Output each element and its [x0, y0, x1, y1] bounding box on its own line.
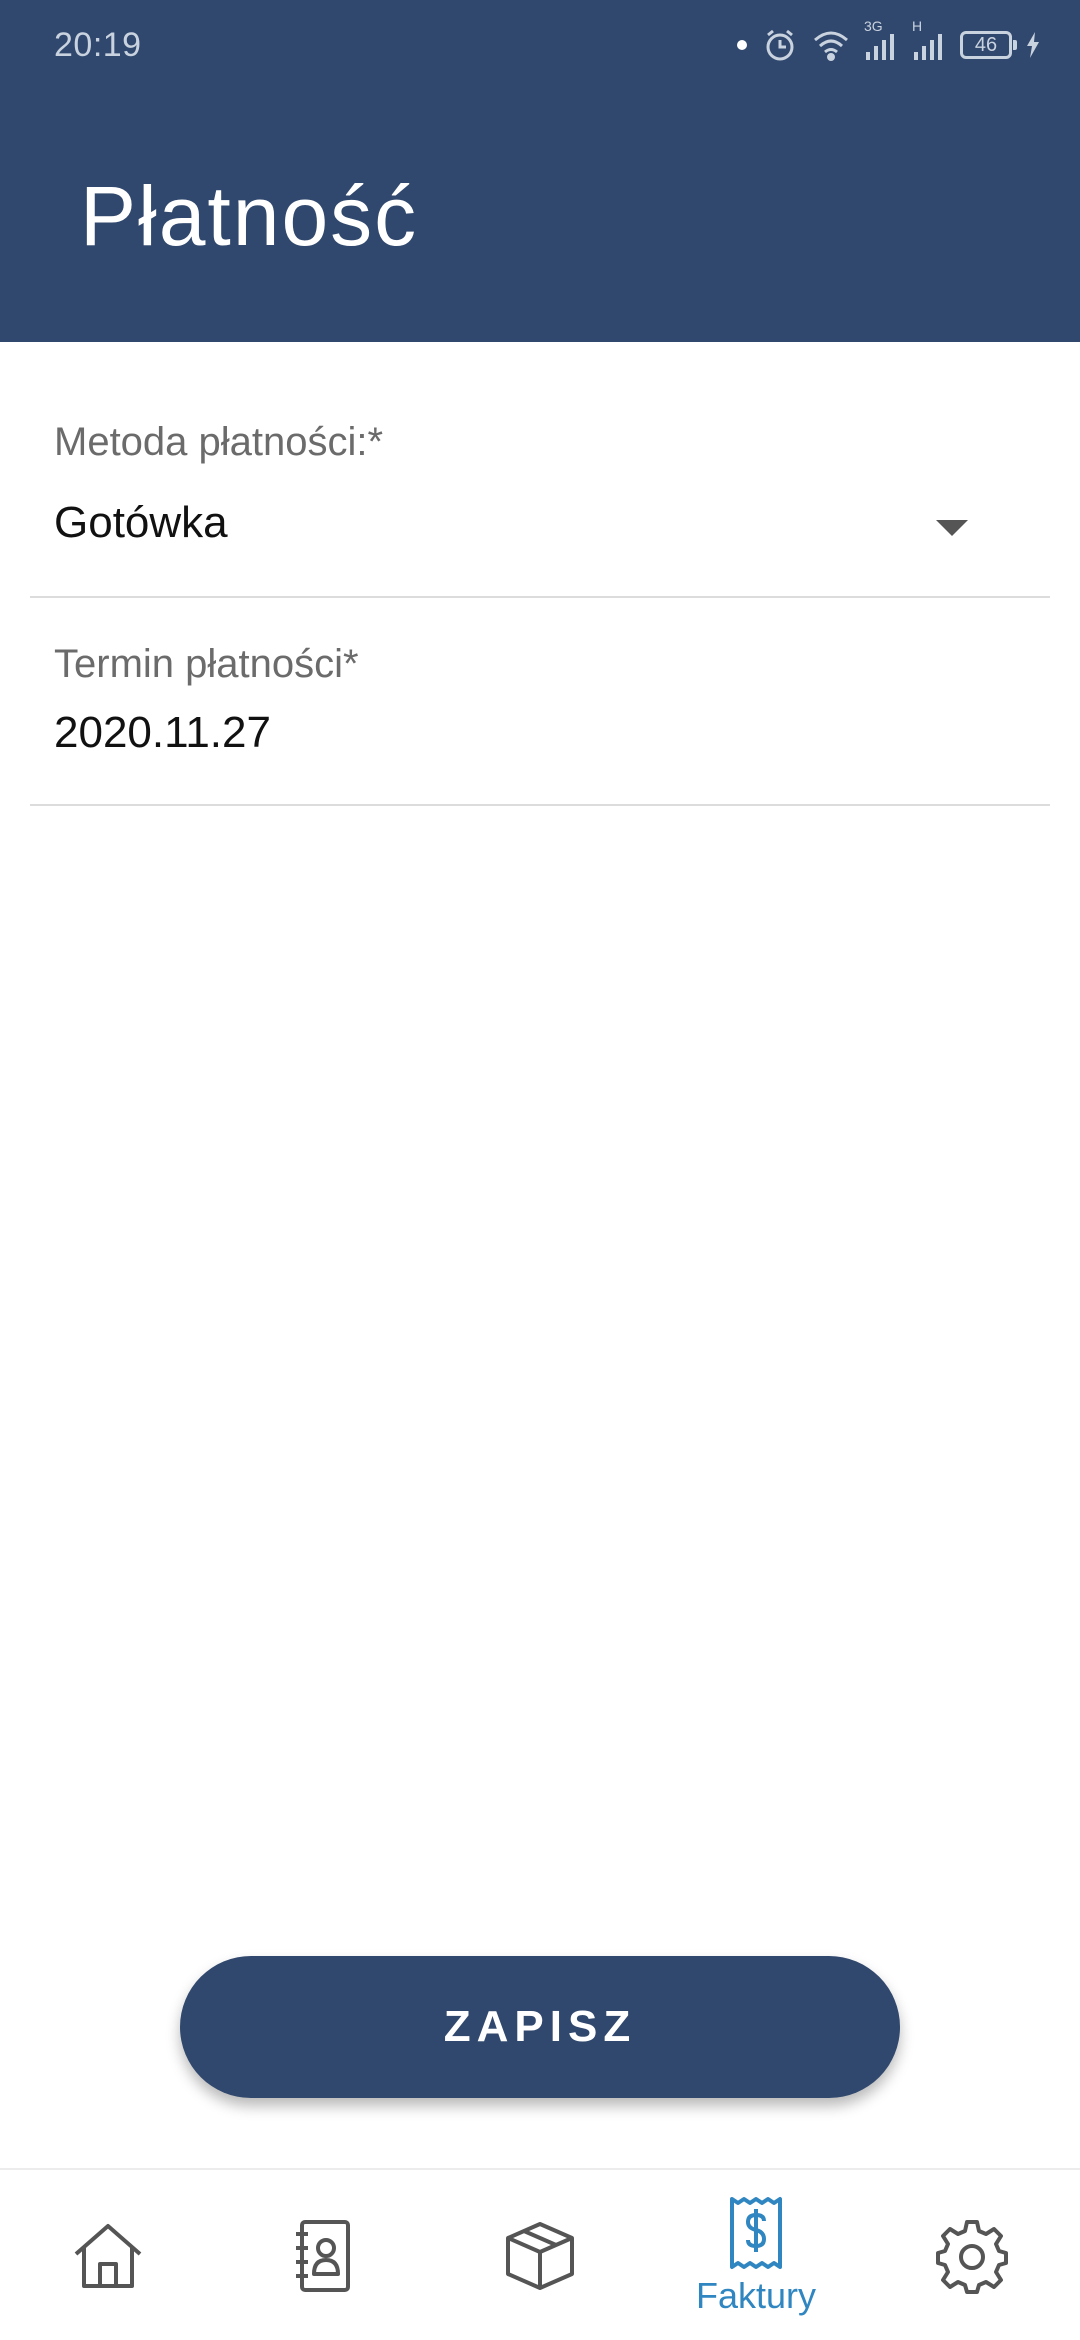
gear-icon — [934, 2218, 1010, 2294]
home-icon — [70, 2218, 146, 2294]
charging-icon — [1026, 32, 1040, 58]
signal-3g-icon: 3G — [864, 18, 898, 62]
nav-item-products[interactable] — [432, 2170, 648, 2340]
page-title: Płatność — [80, 169, 419, 263]
signal-h-icon: H — [912, 18, 946, 62]
bottom-navigation: Faktury — [0, 2168, 1080, 2340]
payment-screen: 20:19 3G H 46 Płatność Metoda płatności:… — [0, 0, 1080, 2340]
payment-due-value: 2020.11.27 — [54, 708, 271, 757]
nav-item-invoices[interactable]: Faktury — [648, 2170, 864, 2340]
contacts-icon — [286, 2218, 362, 2294]
notification-dot-icon — [736, 39, 748, 51]
battery-icon: 46 — [960, 31, 1017, 59]
alarm-icon — [762, 27, 798, 63]
invoice-icon — [726, 2195, 786, 2271]
status-icons: 3G H 46 — [736, 18, 1040, 70]
app-header: 20:19 3G H 46 Płatność — [0, 0, 1080, 342]
nav-item-settings[interactable] — [864, 2170, 1080, 2340]
nav-label-invoices: Faktury — [695, 2275, 817, 2316]
payment-method-label: Metoda płatności:* — [54, 420, 384, 464]
nav-item-home[interactable] — [0, 2170, 216, 2340]
status-time: 20:19 — [54, 26, 142, 64]
payment-method-value: Gotówka — [54, 498, 228, 547]
dropdown-arrow-icon — [936, 520, 968, 536]
box-icon — [502, 2218, 578, 2294]
network-label-h: H — [912, 18, 923, 34]
payment-due-date-field[interactable]: Termin płatności* 2020.11.27 — [30, 600, 1050, 806]
payment-method-select[interactable]: Metoda płatności:* Gotówka — [30, 396, 1050, 598]
nav-item-contacts[interactable] — [216, 2170, 432, 2340]
payment-due-label: Termin płatności* — [54, 642, 359, 686]
save-button[interactable]: ZAPISZ — [180, 1956, 900, 2098]
wifi-icon — [812, 29, 850, 61]
network-label-3g: 3G — [864, 18, 883, 34]
